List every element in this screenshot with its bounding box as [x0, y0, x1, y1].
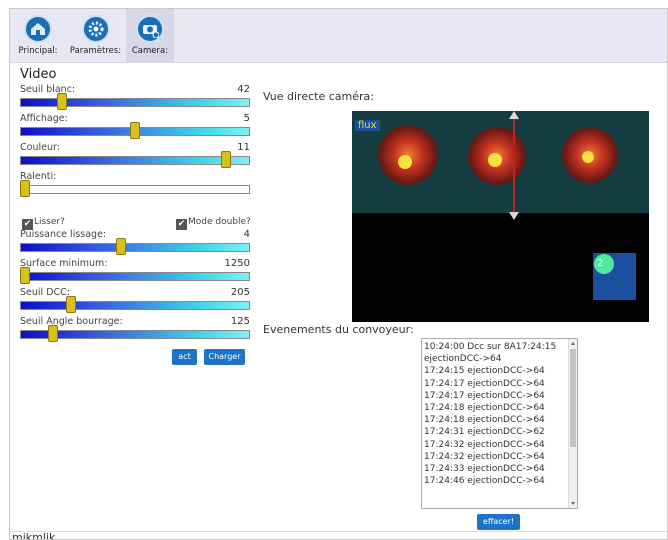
slider-fill	[21, 273, 249, 280]
slider-track[interactable]	[20, 93, 250, 110]
slider-thumb[interactable]	[66, 296, 77, 313]
event-line: 10:24:00 Dcc sur 8A17:24:15	[424, 342, 557, 352]
slider-track[interactable]	[20, 180, 250, 197]
event-line: ejectionDCC->64	[424, 354, 502, 365]
app-frame: Principal: Paramètres: Camera: Video Seu…	[9, 8, 668, 540]
event-line: 17:24:17 ejectionDCC->64	[424, 390, 545, 401]
events-scrollbar[interactable]	[568, 339, 577, 508]
slider-thumb[interactable]	[116, 238, 127, 255]
slider-thumb[interactable]	[47, 325, 58, 342]
event-line: 17:24:17 ejectionDCC->64	[424, 378, 545, 389]
slider-label: Affichage:	[20, 113, 68, 124]
camera-icon	[136, 15, 164, 43]
arrow-up-icon[interactable]	[509, 111, 519, 119]
slider-value: 11	[237, 142, 250, 153]
act-button[interactable]: act	[172, 349, 197, 365]
event-line: 17:24:46 ejectionDCC->64	[424, 476, 545, 487]
camera-view-title: Vue directe caméra:	[263, 90, 374, 103]
slider-thumb[interactable]	[20, 180, 30, 197]
slider-fill	[21, 99, 249, 106]
object-number-badge: 2	[594, 254, 614, 274]
events-list: 10:24:00 Dcc sur 8A17:24:15 ejectionDCC->…	[424, 341, 556, 487]
slider-value: 5	[243, 113, 250, 124]
toolbar-principal-button[interactable]: Principal:	[10, 9, 66, 63]
slider-fill	[21, 157, 249, 164]
slider-track[interactable]	[20, 296, 250, 313]
toolbar-principal-label: Principal:	[18, 46, 58, 56]
arrow-down-icon[interactable]	[509, 212, 519, 220]
checkbox-checked-icon: ✔	[176, 219, 187, 230]
toolbar-params-button[interactable]: Paramètres:	[66, 9, 125, 63]
camera-live-view: flux 2	[352, 111, 649, 322]
slider-fill	[21, 244, 249, 251]
flux-label: flux	[355, 120, 380, 131]
slider-track[interactable]	[20, 151, 250, 168]
event-line: 17:24:33 ejectionDCC->64	[424, 464, 545, 475]
slider-fill	[21, 302, 249, 309]
slider-thumb[interactable]	[221, 151, 232, 168]
home-icon	[24, 15, 52, 43]
lisser-label: Lisser?	[34, 217, 65, 227]
slider-track[interactable]	[20, 122, 250, 139]
video-section-title: Video	[20, 67, 57, 82]
scroll-down-icon[interactable]	[571, 502, 575, 505]
clear-events-button[interactable]: effacer!	[477, 514, 520, 530]
slider-value: 1250	[224, 258, 250, 269]
slider-value: 125	[230, 316, 250, 327]
event-line: 17:24:18 ejectionDCC->64	[424, 403, 545, 414]
toolbar-camera-label: Camera:	[131, 46, 169, 56]
slider-label: Seuil DCC:	[20, 287, 70, 298]
scroll-thumb[interactable]	[570, 349, 576, 447]
slider-label: Couleur:	[20, 142, 60, 153]
detected-object-blob	[562, 127, 618, 183]
detection-line[interactable]	[513, 115, 515, 217]
slider-label: Seuil Angle bourrage:	[20, 316, 123, 327]
footer-text: mikmlik	[12, 531, 56, 540]
event-line: 17:24:18 ejectionDCC->64	[424, 415, 545, 426]
slider-value: 42	[237, 84, 250, 95]
slider-label: Puissance lissage:	[20, 229, 107, 240]
mode-double-label: Mode double?	[188, 217, 251, 227]
top-toolbar: Principal: Paramètres: Camera:	[10, 9, 667, 63]
slider-label: Surface minimum:	[20, 258, 108, 269]
footer: mikmlik	[10, 531, 667, 540]
detected-object-blob	[378, 125, 438, 185]
slider-value: 4	[243, 229, 250, 240]
event-line: 17:24:31 ejectionDCC->62	[424, 427, 545, 438]
event-line: 17:24:15 ejectionDCC->64	[424, 366, 545, 377]
toolbar-camera-button[interactable]: Camera:	[126, 9, 174, 63]
slider-track[interactable]	[20, 267, 250, 284]
events-textarea[interactable]: 10:24:00 Dcc sur 8A17:24:15 ejectionDCC->…	[421, 338, 578, 509]
mode-double-checkbox[interactable]: ✔ Mode double?	[176, 217, 251, 230]
charger-button[interactable]: Charger	[204, 349, 245, 365]
slider-value: 205	[230, 287, 250, 298]
toolbar-params-label: Paramètres:	[69, 46, 122, 56]
event-line: 17:24:32 ejectionDCC->64	[424, 439, 545, 450]
gear-icon	[82, 15, 110, 43]
slider-thumb[interactable]	[57, 93, 68, 110]
event-line: 17:24:32 ejectionDCC->64	[424, 451, 545, 462]
slider-track[interactable]	[20, 238, 250, 255]
scroll-up-icon[interactable]	[571, 342, 575, 345]
slider-track[interactable]	[20, 325, 250, 342]
detected-object-blob	[468, 127, 526, 185]
events-title: Evenements du convoyeur:	[263, 323, 414, 336]
slider-thumb[interactable]	[20, 267, 30, 284]
slider-thumb[interactable]	[130, 122, 140, 139]
